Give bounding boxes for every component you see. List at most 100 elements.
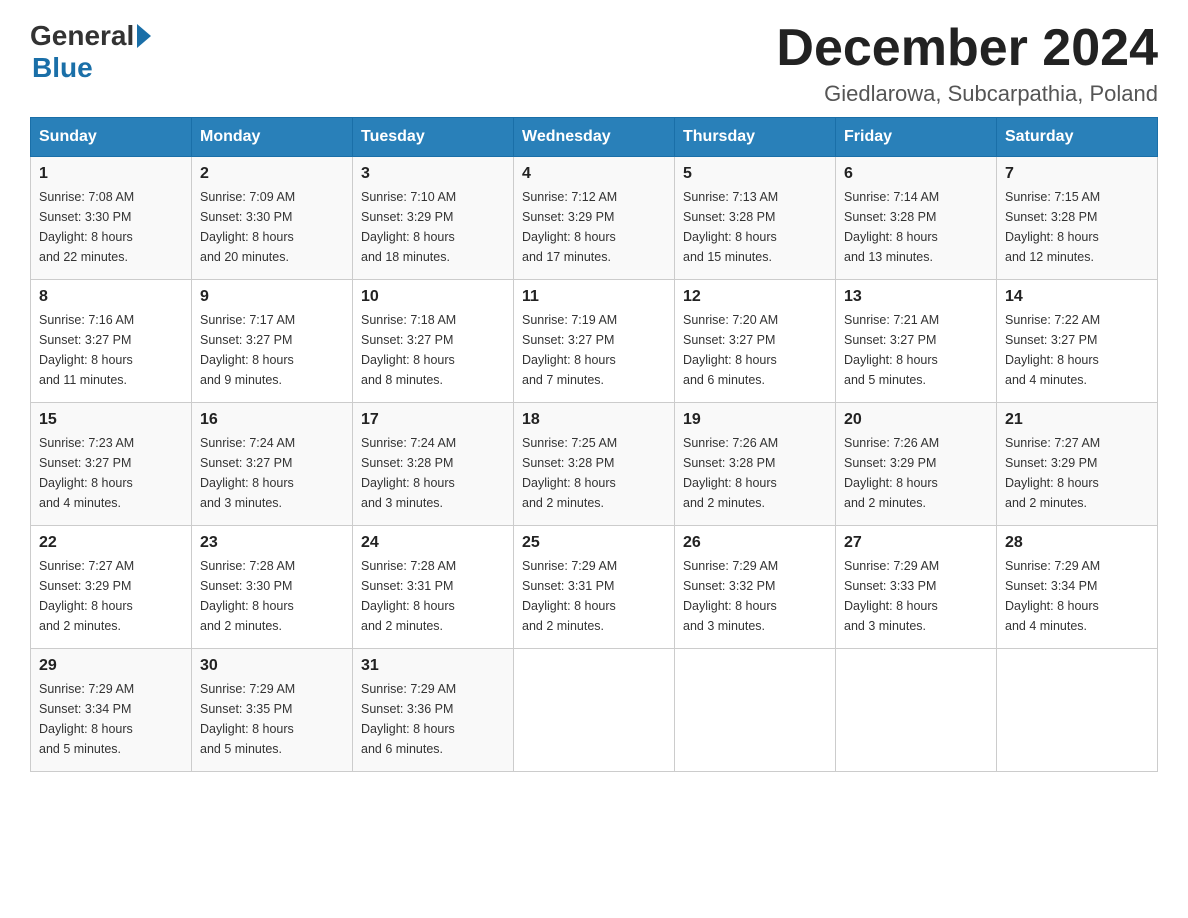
day-info: Sunrise: 7:26 AMSunset: 3:28 PMDaylight:… xyxy=(683,433,827,513)
weekday-header-monday: Monday xyxy=(192,118,353,157)
day-number: 17 xyxy=(361,411,505,429)
weekday-header-tuesday: Tuesday xyxy=(353,118,514,157)
day-info: Sunrise: 7:28 AMSunset: 3:31 PMDaylight:… xyxy=(361,556,505,636)
calendar-cell: 29Sunrise: 7:29 AMSunset: 3:34 PMDayligh… xyxy=(31,649,192,772)
calendar-cell xyxy=(514,649,675,772)
calendar-cell: 16 Sunrise: 7:24 AMSunset: 3:27 PMDayligh… xyxy=(192,403,353,526)
calendar-cell: 23Sunrise: 7:28 AMSunset: 3:30 PMDayligh… xyxy=(192,526,353,649)
day-number: 11 xyxy=(522,288,666,306)
day-info: Sunrise: 7:14 AMSunset: 3:28 PMDaylight:… xyxy=(844,187,988,267)
day-info: Sunrise: 7:29 AMSunset: 3:34 PMDaylight:… xyxy=(39,679,183,759)
day-number: 26 xyxy=(683,534,827,552)
day-info: Sunrise: 7:20 AMSunset: 3:27 PMDaylight:… xyxy=(683,310,827,390)
day-info: Sunrise: 7:12 AMSunset: 3:29 PMDaylight:… xyxy=(522,187,666,267)
day-number: 24 xyxy=(361,534,505,552)
calendar-cell: 2 Sunrise: 7:09 AMSunset: 3:30 PMDaylight… xyxy=(192,157,353,280)
day-number: 25 xyxy=(522,534,666,552)
day-info: Sunrise: 7:22 AMSunset: 3:27 PMDaylight:… xyxy=(1005,310,1149,390)
location-text: Giedlarowa, Subcarpathia, Poland xyxy=(776,81,1158,107)
day-info: Sunrise: 7:29 AMSunset: 3:35 PMDaylight:… xyxy=(200,679,344,759)
day-number: 27 xyxy=(844,534,988,552)
day-info: Sunrise: 7:09 AMSunset: 3:30 PMDaylight:… xyxy=(200,187,344,267)
day-number: 7 xyxy=(1005,165,1149,183)
day-number: 13 xyxy=(844,288,988,306)
month-title: December 2024 xyxy=(776,20,1158,77)
day-info: Sunrise: 7:29 AMSunset: 3:31 PMDaylight:… xyxy=(522,556,666,636)
day-number: 2 xyxy=(200,165,344,183)
day-info: Sunrise: 7:08 AMSunset: 3:30 PMDaylight:… xyxy=(39,187,183,267)
calendar-cell: 14 Sunrise: 7:22 AMSunset: 3:27 PMDayligh… xyxy=(997,280,1158,403)
calendar-cell: 31 Sunrise: 7:29 AMSunset: 3:36 PMDayligh… xyxy=(353,649,514,772)
day-info: Sunrise: 7:10 AMSunset: 3:29 PMDaylight:… xyxy=(361,187,505,267)
calendar-week-2: 8 Sunrise: 7:16 AMSunset: 3:27 PMDaylight… xyxy=(31,280,1158,403)
day-info: Sunrise: 7:23 AMSunset: 3:27 PMDaylight:… xyxy=(39,433,183,513)
calendar-cell: 11 Sunrise: 7:19 AMSunset: 3:27 PMDayligh… xyxy=(514,280,675,403)
calendar-cell: 5 Sunrise: 7:13 AMSunset: 3:28 PMDaylight… xyxy=(675,157,836,280)
calendar-cell: 1Sunrise: 7:08 AMSunset: 3:30 PMDaylight… xyxy=(31,157,192,280)
day-number: 10 xyxy=(361,288,505,306)
calendar-table: SundayMondayTuesdayWednesdayThursdayFrid… xyxy=(30,117,1158,772)
calendar-cell xyxy=(997,649,1158,772)
calendar-cell xyxy=(836,649,997,772)
page-header: General Blue December 2024 Giedlarowa, S… xyxy=(30,20,1158,107)
calendar-cell: 26 Sunrise: 7:29 AMSunset: 3:32 PMDayligh… xyxy=(675,526,836,649)
day-info: Sunrise: 7:27 AMSunset: 3:29 PMDaylight:… xyxy=(39,556,183,636)
day-info: Sunrise: 7:24 AMSunset: 3:27 PMDaylight:… xyxy=(200,433,344,513)
day-number: 4 xyxy=(522,165,666,183)
calendar-cell: 9 Sunrise: 7:17 AMSunset: 3:27 PMDaylight… xyxy=(192,280,353,403)
day-number: 30 xyxy=(200,657,344,675)
day-number: 9 xyxy=(200,288,344,306)
calendar-week-1: 1Sunrise: 7:08 AMSunset: 3:30 PMDaylight… xyxy=(31,157,1158,280)
day-number: 22 xyxy=(39,534,183,552)
day-info: Sunrise: 7:13 AMSunset: 3:28 PMDaylight:… xyxy=(683,187,827,267)
calendar-cell: 8 Sunrise: 7:16 AMSunset: 3:27 PMDaylight… xyxy=(31,280,192,403)
day-info: Sunrise: 7:26 AMSunset: 3:29 PMDaylight:… xyxy=(844,433,988,513)
calendar-cell: 30 Sunrise: 7:29 AMSunset: 3:35 PMDayligh… xyxy=(192,649,353,772)
calendar-header-row: SundayMondayTuesdayWednesdayThursdayFrid… xyxy=(31,118,1158,157)
calendar-cell: 6Sunrise: 7:14 AMSunset: 3:28 PMDaylight… xyxy=(836,157,997,280)
day-info: Sunrise: 7:28 AMSunset: 3:30 PMDaylight:… xyxy=(200,556,344,636)
day-info: Sunrise: 7:29 AMSunset: 3:36 PMDaylight:… xyxy=(361,679,505,759)
calendar-week-4: 22 Sunrise: 7:27 AMSunset: 3:29 PMDayligh… xyxy=(31,526,1158,649)
calendar-cell: 28Sunrise: 7:29 AMSunset: 3:34 PMDayligh… xyxy=(997,526,1158,649)
day-info: Sunrise: 7:29 AMSunset: 3:32 PMDaylight:… xyxy=(683,556,827,636)
day-info: Sunrise: 7:24 AMSunset: 3:28 PMDaylight:… xyxy=(361,433,505,513)
day-number: 28 xyxy=(1005,534,1149,552)
calendar-cell: 10 Sunrise: 7:18 AMSunset: 3:27 PMDayligh… xyxy=(353,280,514,403)
calendar-week-3: 15Sunrise: 7:23 AMSunset: 3:27 PMDayligh… xyxy=(31,403,1158,526)
weekday-header-saturday: Saturday xyxy=(997,118,1158,157)
day-number: 8 xyxy=(39,288,183,306)
day-info: Sunrise: 7:17 AMSunset: 3:27 PMDaylight:… xyxy=(200,310,344,390)
day-info: Sunrise: 7:16 AMSunset: 3:27 PMDaylight:… xyxy=(39,310,183,390)
calendar-cell: 27 Sunrise: 7:29 AMSunset: 3:33 PMDayligh… xyxy=(836,526,997,649)
title-block: December 2024 Giedlarowa, Subcarpathia, … xyxy=(776,20,1158,107)
weekday-header-wednesday: Wednesday xyxy=(514,118,675,157)
day-number: 16 xyxy=(200,411,344,429)
day-info: Sunrise: 7:27 AMSunset: 3:29 PMDaylight:… xyxy=(1005,433,1149,513)
calendar-cell: 24 Sunrise: 7:28 AMSunset: 3:31 PMDayligh… xyxy=(353,526,514,649)
calendar-cell: 4 Sunrise: 7:12 AMSunset: 3:29 PMDaylight… xyxy=(514,157,675,280)
day-info: Sunrise: 7:25 AMSunset: 3:28 PMDaylight:… xyxy=(522,433,666,513)
weekday-header-thursday: Thursday xyxy=(675,118,836,157)
calendar-cell: 3 Sunrise: 7:10 AMSunset: 3:29 PMDaylight… xyxy=(353,157,514,280)
logo-arrow-icon xyxy=(137,24,151,48)
calendar-cell: 13 Sunrise: 7:21 AMSunset: 3:27 PMDayligh… xyxy=(836,280,997,403)
logo-text: General xyxy=(30,20,153,52)
calendar-week-5: 29Sunrise: 7:29 AMSunset: 3:34 PMDayligh… xyxy=(31,649,1158,772)
day-info: Sunrise: 7:18 AMSunset: 3:27 PMDaylight:… xyxy=(361,310,505,390)
day-number: 5 xyxy=(683,165,827,183)
calendar-cell: 7Sunrise: 7:15 AMSunset: 3:28 PMDaylight… xyxy=(997,157,1158,280)
day-info: Sunrise: 7:29 AMSunset: 3:33 PMDaylight:… xyxy=(844,556,988,636)
logo-blue-text: Blue xyxy=(32,52,93,83)
day-info: Sunrise: 7:21 AMSunset: 3:27 PMDaylight:… xyxy=(844,310,988,390)
calendar-cell: 15Sunrise: 7:23 AMSunset: 3:27 PMDayligh… xyxy=(31,403,192,526)
calendar-cell: 18 Sunrise: 7:25 AMSunset: 3:28 PMDayligh… xyxy=(514,403,675,526)
day-number: 14 xyxy=(1005,288,1149,306)
day-number: 12 xyxy=(683,288,827,306)
day-info: Sunrise: 7:19 AMSunset: 3:27 PMDaylight:… xyxy=(522,310,666,390)
weekday-header-friday: Friday xyxy=(836,118,997,157)
day-number: 18 xyxy=(522,411,666,429)
day-number: 31 xyxy=(361,657,505,675)
weekday-header-sunday: Sunday xyxy=(31,118,192,157)
day-number: 3 xyxy=(361,165,505,183)
